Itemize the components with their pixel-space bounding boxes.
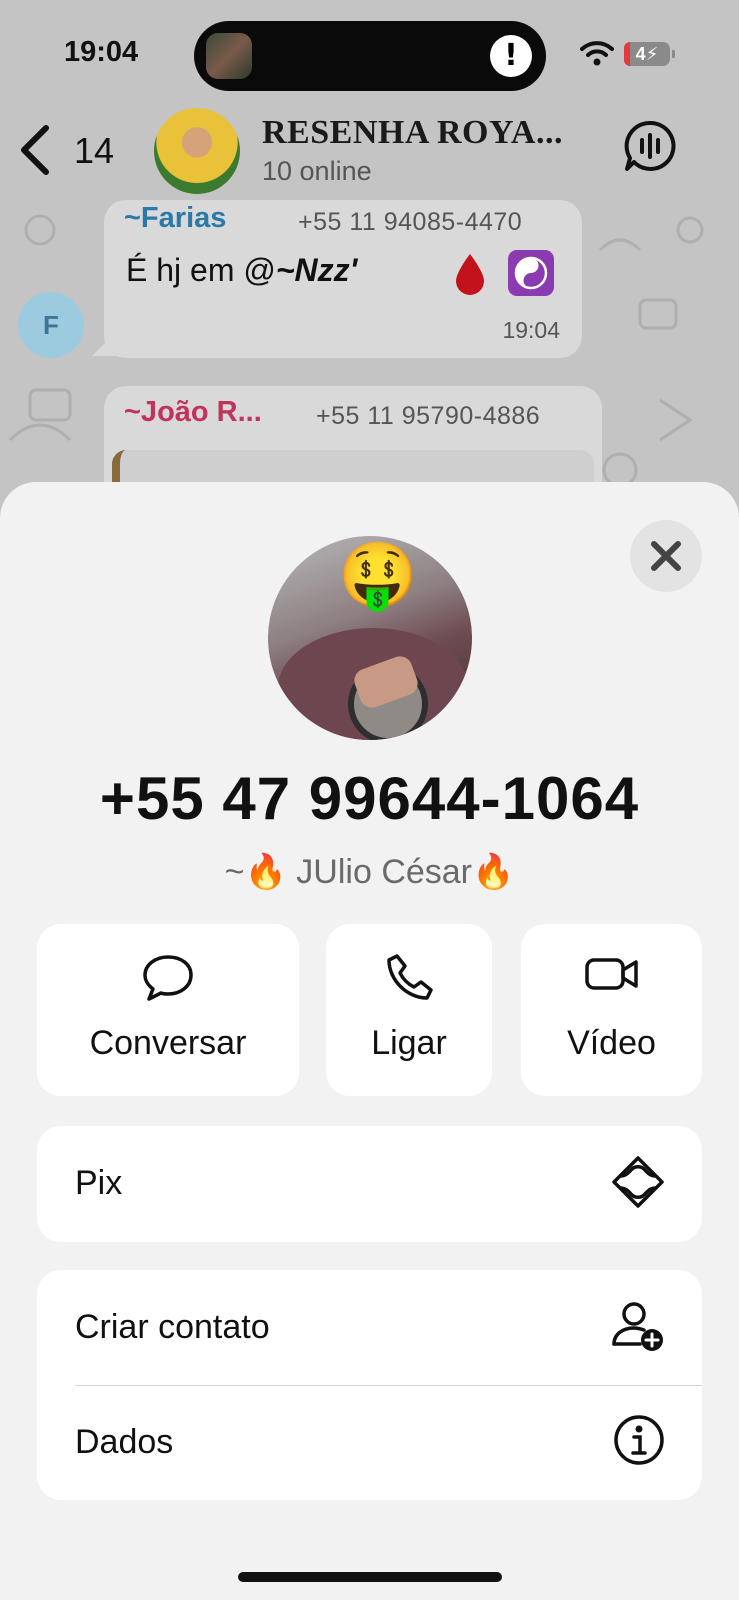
sender-phone: +55 11 94085-4470 bbox=[298, 208, 523, 236]
sender-name[interactable]: ~Farias bbox=[124, 202, 226, 235]
mention[interactable]: ~Nzz' bbox=[276, 252, 357, 288]
pix-icon bbox=[612, 1156, 664, 1208]
add-contact-icon bbox=[612, 1302, 663, 1351]
contact-name: ~🔥 JUlio César🔥 bbox=[0, 852, 739, 892]
message-text-prefix: É hj em @ bbox=[126, 252, 276, 288]
voice-chat-icon[interactable] bbox=[624, 120, 676, 172]
details-row[interactable]: Dados bbox=[37, 1385, 702, 1500]
unread-count[interactable]: 14 bbox=[74, 130, 114, 172]
details-label: Dados bbox=[75, 1423, 174, 1461]
fire-emoji: 🔥 bbox=[472, 853, 515, 891]
contact-options-card: Criar contato Dados bbox=[37, 1270, 702, 1500]
battery-icon: 4⚡ bbox=[624, 42, 675, 66]
chat-header: 14 RESENHA ROYA... 10 online bbox=[0, 100, 739, 200]
sender-name[interactable]: ~João R... bbox=[124, 396, 262, 429]
fire-emoji: 🔥 bbox=[244, 853, 287, 891]
sender-phone: +55 11 95790-4886 bbox=[316, 402, 541, 430]
online-count: 10 online bbox=[262, 156, 372, 186]
close-icon bbox=[651, 541, 681, 571]
close-button[interactable] bbox=[630, 520, 702, 592]
dynamic-island[interactable]: ! bbox=[194, 21, 546, 91]
message-time: 19:04 bbox=[502, 317, 560, 343]
pix-label: Pix bbox=[75, 1164, 123, 1202]
wifi-icon bbox=[580, 41, 614, 66]
call-button-label: Ligar bbox=[371, 1024, 447, 1062]
call-button[interactable]: Ligar bbox=[326, 924, 492, 1096]
status-bar: 19:04 ! 4⚡ bbox=[0, 0, 739, 100]
back-chevron-icon[interactable] bbox=[18, 124, 52, 176]
pix-row[interactable]: Pix bbox=[37, 1126, 702, 1241]
contact-name-text: JUlio César bbox=[296, 853, 473, 891]
money-face-emoji: 🤑 bbox=[338, 539, 418, 613]
clock: 19:04 bbox=[64, 36, 139, 68]
home-indicator[interactable] bbox=[238, 1572, 502, 1582]
chat-button[interactable]: Conversar bbox=[37, 924, 299, 1096]
chat-button-label: Conversar bbox=[89, 1024, 247, 1062]
contact-name-prefix: ~ bbox=[224, 853, 245, 891]
group-name[interactable]: RESENHA ROYA... bbox=[262, 114, 563, 152]
phone-icon bbox=[387, 954, 433, 1000]
contact-phone: +55 47 99644-1064 bbox=[99, 765, 640, 832]
battery-level: 4 bbox=[635, 44, 646, 64]
group-avatar[interactable] bbox=[154, 108, 240, 194]
message-text: É hj em @~Nzz' bbox=[126, 252, 357, 289]
contact-sheet: 🤑 +55 47 99644-1064 ~🔥 JUlio César🔥 Conv… bbox=[0, 482, 739, 1600]
yin-yang-icon bbox=[508, 250, 554, 296]
message-bubble[interactable]: ~Farias +55 11 94085-4470 É hj em @~Nzz'… bbox=[104, 200, 582, 358]
video-button-label: Vídeo bbox=[567, 1024, 656, 1062]
contact-avatar[interactable]: 🤑 bbox=[268, 536, 472, 740]
create-contact-label: Criar contato bbox=[75, 1308, 270, 1346]
pix-card: Pix bbox=[37, 1126, 702, 1242]
sender-avatar[interactable]: F bbox=[18, 292, 84, 358]
video-camera-icon bbox=[584, 958, 638, 990]
info-icon bbox=[614, 1415, 664, 1465]
alert-icon: ! bbox=[490, 35, 532, 77]
create-contact-row[interactable]: Criar contato bbox=[37, 1270, 702, 1385]
chat-bubble-icon bbox=[143, 955, 193, 1001]
live-activity-thumbnail bbox=[206, 33, 252, 79]
blood-drop-icon bbox=[456, 254, 484, 295]
video-button[interactable]: Vídeo bbox=[521, 924, 702, 1096]
